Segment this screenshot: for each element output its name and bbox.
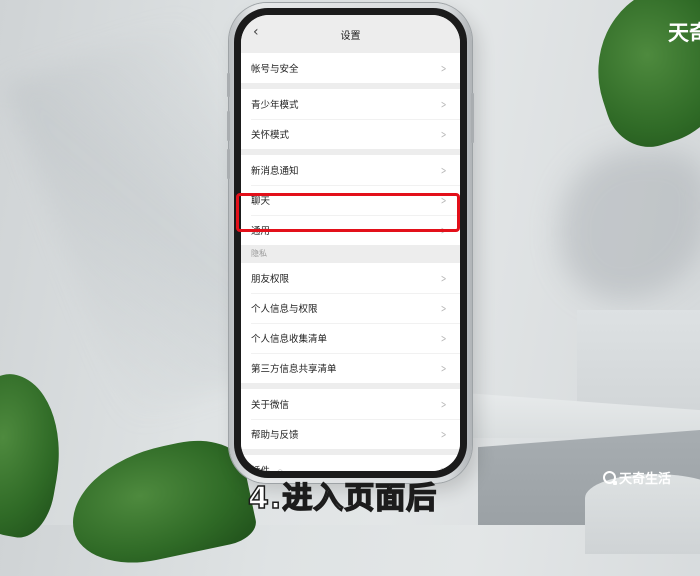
phone-power-button [471, 93, 474, 143]
settings-group-privacy: 朋友权限 > 个人信息与权限 > 个人信息收集清单 > 第三方信息共享清单 > [241, 263, 460, 383]
settings-item-care-mode[interactable]: 关怀模式 > [241, 119, 460, 149]
phone-volume-up-button [227, 111, 230, 141]
chevron-right-icon: > [440, 271, 447, 285]
settings-item-label: 个人信息与权限 [251, 304, 318, 315]
chevron-right-icon: > [440, 163, 447, 177]
phone-bezel: ‹ 设置 帐号与安全 > 青少年模式 > 关怀模式 > 新消息通知 > 聊天 >… [234, 8, 467, 478]
chevron-right-icon: > [440, 427, 447, 441]
watermark-bottom: 天奇生活 [603, 468, 671, 487]
phone-volume-down-button [227, 149, 230, 179]
settings-item-about-wechat[interactable]: 关于微信 > [241, 389, 460, 419]
search-q-logo-icon [603, 471, 617, 485]
settings-item-plugins[interactable]: 插件 ◎ > [241, 455, 460, 472]
plugin-info-icon: ◎ [277, 468, 283, 471]
section-label-privacy: 隐私 [241, 245, 460, 263]
settings-group-account: 帐号与安全 > [241, 53, 460, 83]
chevron-right-icon: > [440, 397, 447, 411]
phone-side-button [227, 73, 230, 97]
chevron-right-icon: > [440, 127, 447, 141]
nav-bar: ‹ 设置 [241, 15, 460, 53]
settings-item-personal-info-collection[interactable]: 个人信息收集清单 > [241, 323, 460, 353]
plant-leaf-bottom-left [0, 367, 74, 543]
settings-item-friend-permissions[interactable]: 朋友权限 > [241, 263, 460, 293]
chevron-right-icon: > [440, 301, 447, 315]
settings-screen: ‹ 设置 帐号与安全 > 青少年模式 > 关怀模式 > 新消息通知 > 聊天 >… [241, 15, 460, 471]
settings-item-label: 个人信息收集清单 [251, 334, 328, 345]
chevron-right-icon: > [440, 463, 447, 472]
background-block-back [577, 310, 700, 410]
settings-item-label: 青少年模式 [251, 100, 299, 111]
settings-item-notifications[interactable]: 新消息通知 > [241, 155, 460, 185]
settings-item-label: 帐号与安全 [251, 64, 299, 75]
page-title: 设置 [340, 30, 361, 42]
background-leaf-shadow [560, 150, 700, 300]
step-caption: 4.进入页面后 [247, 480, 438, 517]
chevron-left-icon[interactable]: ‹ [253, 24, 259, 40]
highlight-box [236, 193, 460, 232]
settings-item-label: 第三方信息共享清单 [251, 364, 337, 375]
chevron-right-icon: > [440, 97, 447, 111]
settings-item-help-feedback[interactable]: 帮助与反馈 > [241, 419, 460, 449]
settings-item-label: 关于微信 [251, 400, 290, 411]
phone-mockup: ‹ 设置 帐号与安全 > 青少年模式 > 关怀模式 > 新消息通知 > 聊天 >… [227, 3, 474, 483]
chevron-right-icon: > [440, 331, 447, 345]
chevron-right-icon: > [440, 61, 447, 75]
settings-item-label: 帮助与反馈 [251, 430, 299, 441]
settings-item-personal-info-permissions[interactable]: 个人信息与权限 > [241, 293, 460, 323]
watermark-top: 天奇 [668, 21, 700, 45]
settings-item-third-party-sharing[interactable]: 第三方信息共享清单 > [241, 353, 460, 383]
settings-item-account-security[interactable]: 帐号与安全 > [241, 53, 460, 83]
settings-group-plugins: 插件 ◎ > [241, 455, 460, 471]
settings-group-modes: 青少年模式 > 关怀模式 > [241, 89, 460, 149]
settings-item-label: 新消息通知 [251, 166, 299, 177]
settings-item-label: 关怀模式 [251, 130, 290, 141]
settings-item-label: 朋友权限 [251, 274, 290, 285]
chevron-right-icon: > [440, 361, 447, 375]
settings-item-label: 插件 [251, 466, 270, 471]
watermark-text: 天奇生活 [619, 472, 672, 487]
settings-group-about: 关于微信 > 帮助与反馈 > [241, 389, 460, 449]
settings-item-teen-mode[interactable]: 青少年模式 > [241, 89, 460, 119]
